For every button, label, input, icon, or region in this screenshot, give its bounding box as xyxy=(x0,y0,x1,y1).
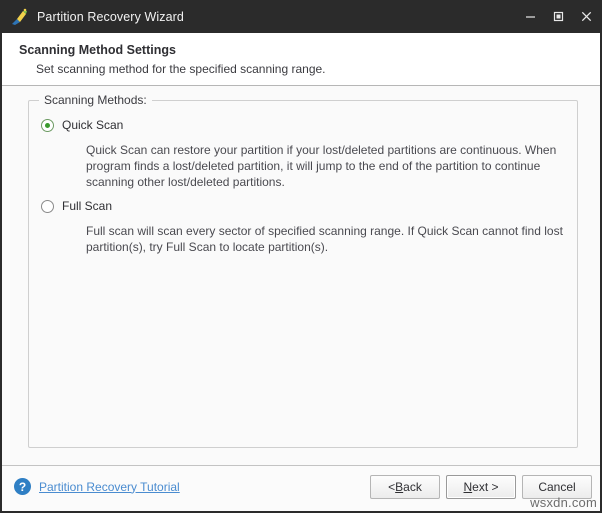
page-header: Scanning Method Settings Set scanning me… xyxy=(2,33,600,86)
back-button[interactable]: < Back xyxy=(370,475,440,499)
radio-indicator-full-scan[interactable] xyxy=(41,199,54,213)
window-title: Partition Recovery Wizard xyxy=(37,9,184,24)
window-controls xyxy=(516,0,600,33)
close-icon[interactable] xyxy=(572,0,600,33)
maximize-icon[interactable] xyxy=(544,0,572,33)
description-quick-scan: Quick Scan can restore your partition if… xyxy=(86,143,557,189)
footer-bar: ? Partition Recovery Tutorial < Back Nex… xyxy=(2,465,600,511)
scanning-methods-groupbox: Scanning Methods: Quick Scan Quick Scan … xyxy=(28,93,578,448)
wizard-wand-icon xyxy=(9,7,29,27)
description-full-scan: Full scan will scan every sector of spec… xyxy=(86,224,563,254)
title-bar: Partition Recovery Wizard xyxy=(2,0,600,33)
watermark: wsxdn.com xyxy=(530,495,597,510)
radio-label-full-scan: Full Scan xyxy=(62,199,113,213)
radio-indicator-quick-scan[interactable] xyxy=(41,118,54,132)
groupbox-legend: Scanning Methods: xyxy=(39,93,152,107)
content-area: Scanning Methods: Quick Scan Quick Scan … xyxy=(2,86,600,465)
next-button[interactable]: Next > xyxy=(446,475,516,499)
partition-recovery-tutorial-link[interactable]: Partition Recovery Tutorial xyxy=(39,480,180,494)
help-group[interactable]: ? Partition Recovery Tutorial xyxy=(14,478,180,495)
radio-label-quick-scan: Quick Scan xyxy=(62,118,124,132)
radio-option-quick-scan[interactable]: Quick Scan xyxy=(41,118,123,132)
partition-recovery-wizard-window: Partition Recovery Wizard Scanning Metho… xyxy=(0,0,602,513)
question-mark-icon[interactable]: ? xyxy=(14,478,31,495)
minimize-icon[interactable] xyxy=(516,0,544,33)
page-subtitle: Set scanning method for the specified sc… xyxy=(36,62,326,76)
radio-option-full-scan[interactable]: Full Scan xyxy=(41,199,112,213)
page-title: Scanning Method Settings xyxy=(19,43,176,57)
